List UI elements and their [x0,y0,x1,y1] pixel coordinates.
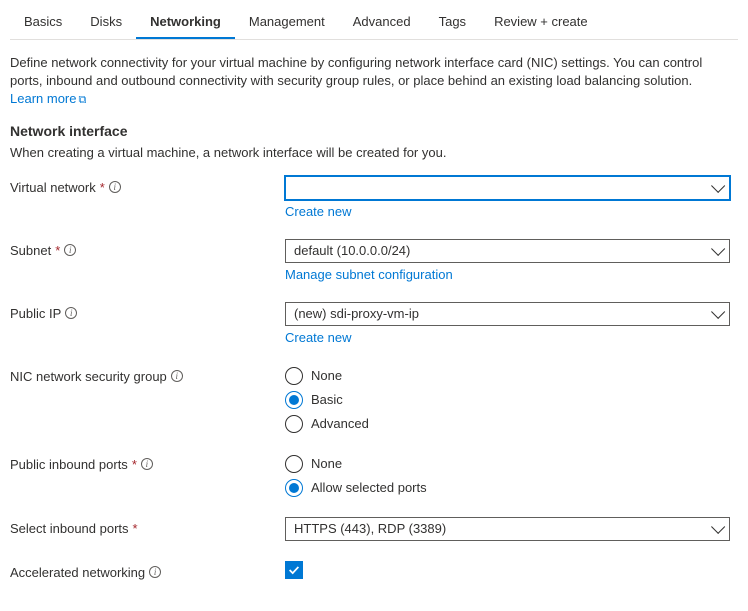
vnet-create-new-link[interactable]: Create new [285,204,730,219]
accel-label: Accelerated networking [10,565,145,580]
publicip-value: (new) sdi-proxy-vm-ip [294,306,419,321]
pip-radio-none[interactable]: None [285,455,730,473]
sip-label: Select inbound ports [10,521,129,536]
required-marker: * [132,457,137,472]
learn-more-link[interactable]: Learn more⧉ [10,91,86,106]
sip-value: HTTPS (443), RDP (3389) [294,521,446,536]
sip-dropdown[interactable]: HTTPS (443), RDP (3389) [285,517,730,541]
vnet-label: Virtual network [10,180,96,195]
section-heading: Network interface [10,123,738,139]
info-icon[interactable]: i [65,307,77,319]
subnet-value: default (10.0.0.0/24) [294,243,410,258]
chevron-down-icon [711,305,725,319]
tab-management[interactable]: Management [235,8,339,39]
tab-networking[interactable]: Networking [136,8,235,39]
required-marker: * [133,521,138,536]
tab-disks[interactable]: Disks [76,8,136,39]
tab-basics[interactable]: Basics [10,8,76,39]
radio-label: Basic [311,392,343,407]
tab-tags[interactable]: Tags [425,8,480,39]
nsg-radio-none[interactable]: None [285,367,730,385]
accel-checkbox[interactable] [285,561,303,579]
radio-label: None [311,456,342,471]
nsg-radio-group: None Basic Advanced [285,365,730,433]
chevron-down-icon [711,179,725,193]
publicip-label: Public IP [10,306,61,321]
radio-label: Allow selected ports [311,480,427,495]
radio-label: None [311,368,342,383]
learn-more-label: Learn more [10,91,76,106]
nsg-radio-advanced[interactable]: Advanced [285,415,730,433]
subnet-dropdown[interactable]: default (10.0.0.0/24) [285,239,730,263]
chevron-down-icon [711,520,725,534]
checkmark-icon [287,563,301,577]
tab-advanced[interactable]: Advanced [339,8,425,39]
required-marker: * [55,243,60,258]
tab-bar: Basics Disks Networking Management Advan… [10,8,738,40]
pip-radio-group: None Allow selected ports [285,453,730,497]
info-icon[interactable]: i [149,566,161,578]
chevron-down-icon [711,242,725,256]
tab-review-create[interactable]: Review + create [480,8,602,39]
required-marker: * [100,180,105,195]
pip-radio-allow[interactable]: Allow selected ports [285,479,730,497]
info-icon[interactable]: i [171,370,183,382]
publicip-create-new-link[interactable]: Create new [285,330,730,345]
publicip-dropdown[interactable]: (new) sdi-proxy-vm-ip [285,302,730,326]
subnet-label: Subnet [10,243,51,258]
info-icon[interactable]: i [141,458,153,470]
pip-label: Public inbound ports [10,457,128,472]
info-icon[interactable]: i [64,244,76,256]
nsg-label: NIC network security group [10,369,167,384]
subnet-manage-link[interactable]: Manage subnet configuration [285,267,730,282]
external-link-icon: ⧉ [78,94,86,106]
radio-label: Advanced [311,416,369,431]
intro-body: Define network connectivity for your vir… [10,55,702,88]
nsg-radio-basic[interactable]: Basic [285,391,730,409]
info-icon[interactable]: i [109,181,121,193]
section-subtext: When creating a virtual machine, a netwo… [10,145,738,160]
vnet-dropdown[interactable] [285,176,730,200]
intro-text: Define network connectivity for your vir… [10,54,738,109]
